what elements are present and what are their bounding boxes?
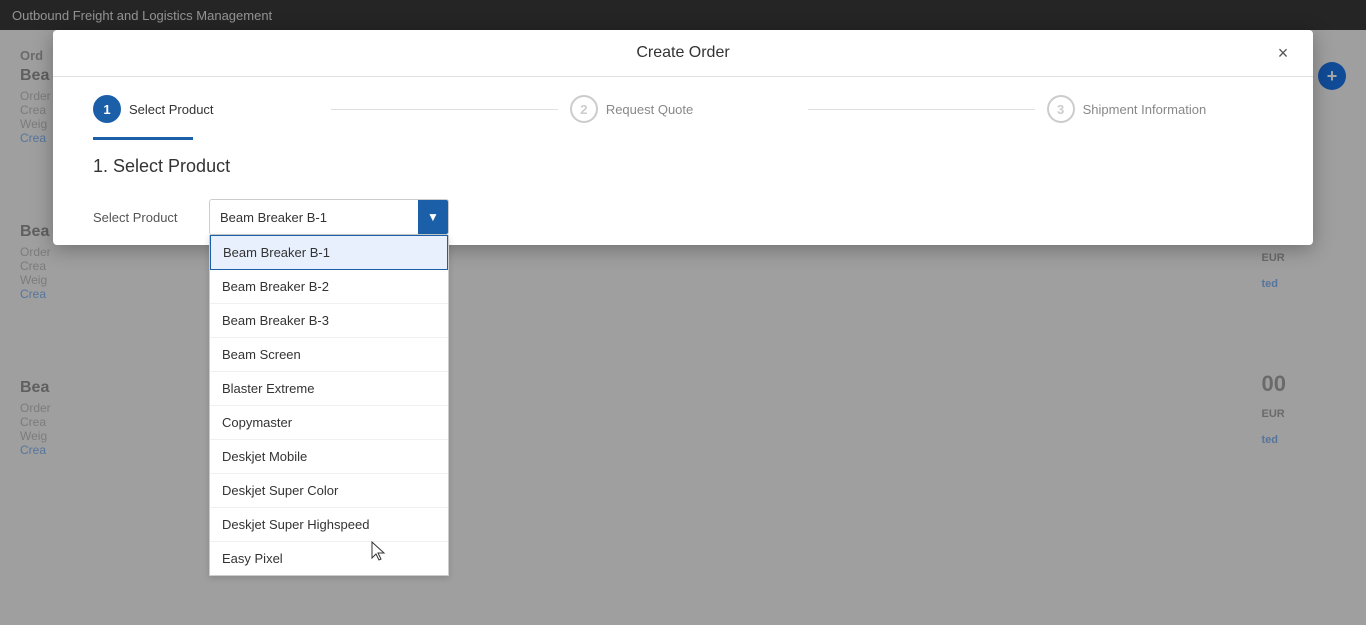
dropdown-item-9[interactable]: Easy Pixel bbox=[210, 542, 448, 575]
dropdown-item-5[interactable]: Copymaster bbox=[210, 406, 448, 440]
step-3-circle: 3 bbox=[1047, 95, 1075, 123]
close-button[interactable]: × bbox=[1269, 39, 1297, 67]
step-2-circle: 2 bbox=[570, 95, 598, 123]
stepper: 1 Select Product 2 Request Quote 3 Shipm… bbox=[53, 77, 1313, 133]
product-dropdown[interactable]: Beam Breaker B-1 ▼ Beam Breaker B-1 Beam… bbox=[209, 199, 449, 235]
step-line-2 bbox=[808, 109, 1034, 110]
form-area: Select Product Beam Breaker B-1 ▼ Beam B… bbox=[53, 189, 1313, 245]
dropdown-item-6[interactable]: Deskjet Mobile bbox=[210, 440, 448, 474]
dropdown-item-4[interactable]: Blaster Extreme bbox=[210, 372, 448, 406]
step-1: 1 Select Product bbox=[93, 95, 319, 123]
dropdown-selected[interactable]: Beam Breaker B-1 ▼ bbox=[209, 199, 449, 235]
create-order-modal: Create Order × 1 Select Product 2 Reques… bbox=[53, 30, 1313, 245]
dropdown-item-0[interactable]: Beam Breaker B-1 bbox=[210, 235, 448, 270]
dropdown-list[interactable]: Beam Breaker B-1 Beam Breaker B-2 Beam B… bbox=[209, 235, 449, 576]
modal-overlay: Create Order × 1 Select Product 2 Reques… bbox=[0, 0, 1366, 625]
step-3-label: Shipment Information bbox=[1083, 102, 1207, 117]
step-1-label: Select Product bbox=[129, 102, 214, 117]
step-1-circle: 1 bbox=[93, 95, 121, 123]
dropdown-selected-text: Beam Breaker B-1 bbox=[220, 210, 327, 225]
dropdown-item-2[interactable]: Beam Breaker B-3 bbox=[210, 304, 448, 338]
step-2-label: Request Quote bbox=[606, 102, 693, 117]
step-2: 2 Request Quote bbox=[570, 95, 796, 123]
dropdown-arrow-icon: ▼ bbox=[418, 200, 448, 234]
dropdown-item-8[interactable]: Deskjet Super Highspeed bbox=[210, 508, 448, 542]
section-title: 1. Select Product bbox=[53, 140, 1313, 189]
step-3: 3 Shipment Information bbox=[1047, 95, 1273, 123]
dropdown-item-7[interactable]: Deskjet Super Color bbox=[210, 474, 448, 508]
modal-title: Create Order bbox=[636, 44, 729, 62]
step-line-1 bbox=[331, 109, 557, 110]
dropdown-item-3[interactable]: Beam Screen bbox=[210, 338, 448, 372]
dropdown-item-1[interactable]: Beam Breaker B-2 bbox=[210, 270, 448, 304]
modal-header: Create Order × bbox=[53, 30, 1313, 77]
product-label: Select Product bbox=[93, 210, 193, 225]
